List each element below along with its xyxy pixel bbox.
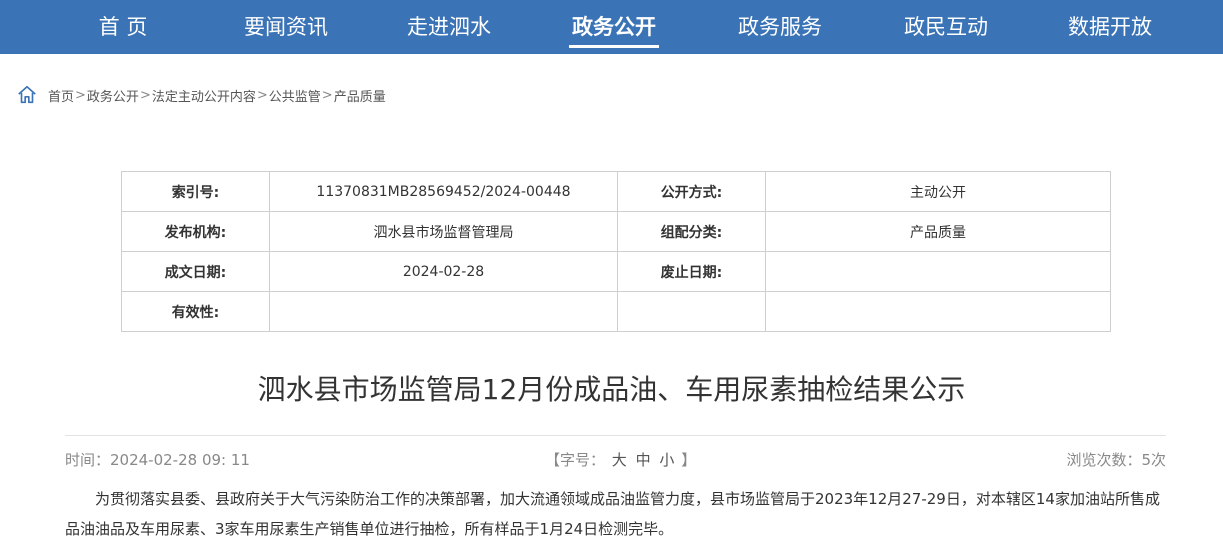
empty-cell xyxy=(617,291,766,332)
breadcrumb-separator: > xyxy=(75,87,86,103)
breadcrumb-gov-affairs[interactable]: 政务公开 xyxy=(87,86,139,105)
created-date-label: 成文日期: xyxy=(121,251,270,292)
table-row: 索引号: 11370831MB28569452/2024-00448 公开方式:… xyxy=(121,171,1111,212)
abolish-date-value xyxy=(765,251,1111,292)
nav-news[interactable]: 要闻资讯 xyxy=(241,0,331,54)
font-size-control: 【字号： 大 中 小 】 xyxy=(545,449,696,470)
nav-home[interactable]: 首 页 xyxy=(98,0,148,54)
publisher-label: 发布机构: xyxy=(121,211,270,252)
breadcrumb-product-quality[interactable]: 产品质量 xyxy=(334,86,386,105)
article-info-bar: 时间：2024-02-28 09: 11 【字号： 大 中 小 】 浏览次数：5… xyxy=(65,449,1166,471)
breadcrumb-supervision[interactable]: 公共监管 xyxy=(269,86,321,105)
nav-gov-affairs[interactable]: 政务公开 xyxy=(569,0,659,54)
category-label: 组配分类: xyxy=(617,211,766,252)
abolish-date-label: 废止日期: xyxy=(617,251,766,292)
nav-interaction[interactable]: 政民互动 xyxy=(901,0,991,54)
article-paragraph: 为贯彻落实县委、县政府关于大气污染防治工作的决策部署，加大流通领域成品油监管力度… xyxy=(65,490,1160,538)
publish-time: 时间：2024-02-28 09: 11 xyxy=(65,451,250,469)
home-icon[interactable] xyxy=(16,84,38,106)
index-value: 11370831MB28569452/2024-00448 xyxy=(269,171,618,212)
breadcrumb-separator: > xyxy=(321,87,333,103)
nav-gov-services[interactable]: 政务服务 xyxy=(735,0,825,54)
table-row: 有效性: xyxy=(121,291,1111,332)
index-label: 索引号: xyxy=(121,171,270,212)
table-row: 发布机构: 泗水县市场监督管理局 组配分类: 产品质量 xyxy=(121,211,1111,252)
open-method-value: 主动公开 xyxy=(765,171,1111,212)
publisher-value: 泗水县市场监督管理局 xyxy=(269,211,618,252)
nav-about[interactable]: 走进泗水 xyxy=(404,0,494,54)
validity-label: 有效性: xyxy=(121,291,270,332)
breadcrumb: 首页 > 政务公开 > 法定主动公开内容 > 公共监管 > 产品质量 xyxy=(16,84,386,106)
open-method-label: 公开方式: xyxy=(617,171,766,212)
divider xyxy=(65,435,1166,436)
empty-cell xyxy=(765,291,1111,332)
breadcrumb-home[interactable]: 首页 xyxy=(48,86,74,105)
font-size-label: 【字号： xyxy=(545,451,606,469)
view-count: 浏览次数：5次 xyxy=(1066,451,1166,469)
breadcrumb-statutory[interactable]: 法定主动公开内容 xyxy=(152,86,256,105)
font-size-medium-button[interactable]: 中 xyxy=(636,451,651,469)
nav-open-data[interactable]: 数据开放 xyxy=(1065,0,1155,54)
category-value: 产品质量 xyxy=(765,211,1111,252)
font-size-small-button[interactable]: 小 xyxy=(659,451,674,469)
article-title: 泗水县市场监管局12月份成品油、车用尿素抽检结果公示 xyxy=(257,373,966,406)
breadcrumb-separator: > xyxy=(139,87,151,103)
breadcrumb-separator: > xyxy=(256,87,268,103)
meta-table: 索引号: 11370831MB28569452/2024-00448 公开方式:… xyxy=(121,171,1111,332)
font-size-bracket: 】 xyxy=(681,451,697,469)
top-nav: 首 页 要闻资讯 走进泗水 政务公开 政务服务 政民互动 数据开放 xyxy=(0,0,1223,54)
created-date-value: 2024-02-28 xyxy=(269,251,618,292)
table-row: 成文日期: 2024-02-28 废止日期: xyxy=(121,251,1111,292)
validity-value xyxy=(269,291,618,332)
font-size-large-button[interactable]: 大 xyxy=(612,451,627,469)
